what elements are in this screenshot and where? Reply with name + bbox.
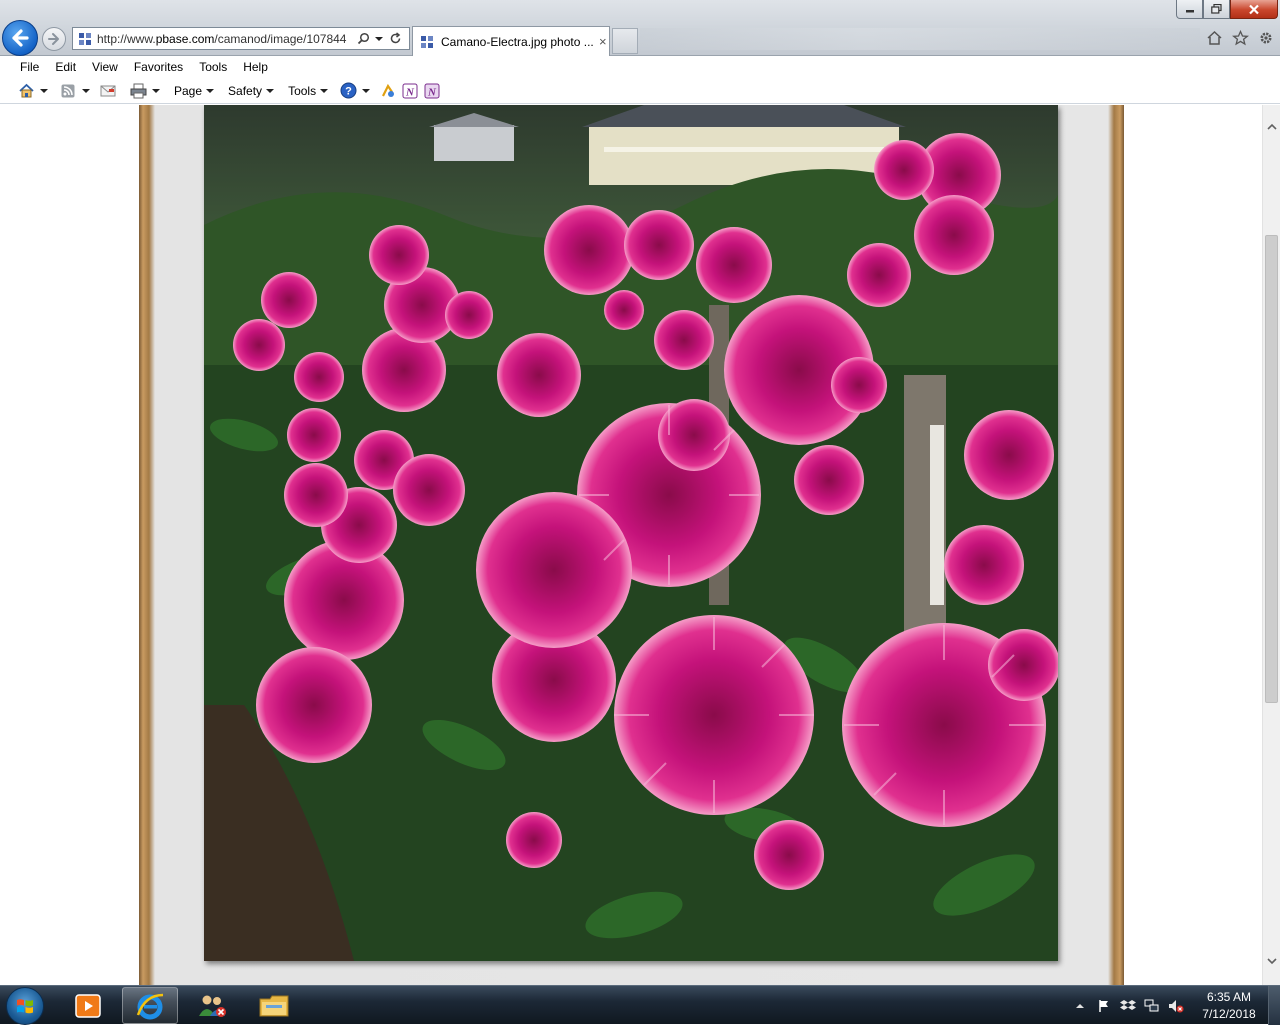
home-icon[interactable]	[16, 81, 36, 101]
menu-favorites[interactable]: Favorites	[126, 57, 191, 77]
action-center-flag-icon[interactable]	[1096, 998, 1112, 1014]
print-dropdown-icon[interactable]	[150, 81, 162, 101]
show-desktop-button[interactable]	[1268, 986, 1280, 1025]
taskbar-file-explorer[interactable]	[246, 987, 302, 1024]
mail-icon[interactable]	[98, 81, 118, 101]
clock-date: 7/12/2018	[1202, 1007, 1256, 1021]
scrollbar-thumb[interactable]	[1265, 235, 1278, 703]
forward-arrow-icon	[48, 33, 59, 45]
address-dropdown-icon[interactable]	[371, 31, 387, 47]
home-icon[interactable]	[1204, 28, 1224, 48]
browser-right-icons	[1204, 28, 1276, 48]
close-icon	[1249, 4, 1259, 14]
taskbar: 6:35 AM 7/12/2018	[0, 985, 1280, 1025]
dahlia-photo[interactable]	[204, 105, 1058, 961]
address-url[interactable]: http://www.pbase.com/camanod/image/10784…	[97, 32, 355, 46]
menu-bar: File Edit View Favorites Tools Help	[0, 56, 1280, 78]
system-tray	[1072, 986, 1184, 1025]
back-button[interactable]	[2, 20, 38, 56]
internet-explorer-icon	[136, 993, 164, 1019]
vertical-scrollbar[interactable]	[1262, 105, 1280, 985]
users-icon	[199, 995, 226, 1017]
menu-tools[interactable]: Tools	[191, 57, 235, 77]
tab-title: Camano-Electra.jpg photo ...	[441, 34, 593, 49]
web-content	[0, 105, 1262, 985]
svg-text:N: N	[405, 86, 415, 98]
search-icon[interactable]	[355, 31, 371, 47]
network-icon[interactable]	[1144, 998, 1160, 1014]
dropbox-icon[interactable]	[1120, 998, 1136, 1014]
taskbar-clock[interactable]: 6:35 AM 7/12/2018	[1196, 989, 1262, 1023]
scroll-up-arrow-icon[interactable]	[1263, 119, 1280, 135]
window-controls	[1176, 0, 1278, 19]
onenote-icon[interactable]: N	[400, 81, 420, 101]
forward-button[interactable]	[42, 27, 66, 51]
tools-menu-button[interactable]: Tools	[284, 81, 332, 101]
windows-media-player-icon	[75, 993, 101, 1018]
site-favicon-icon	[79, 32, 91, 45]
home-dropdown-icon[interactable]	[38, 81, 50, 101]
star-icon[interactable]	[1230, 28, 1250, 48]
back-arrow-icon	[12, 29, 29, 47]
help-dropdown-icon[interactable]	[360, 81, 372, 101]
svg-text:N: N	[427, 86, 437, 98]
menu-view[interactable]: View	[84, 57, 126, 77]
taskbar-internet-explorer[interactable]	[122, 987, 178, 1024]
file-explorer-icon	[259, 995, 289, 1016]
onenote-icon[interactable]: N	[422, 81, 442, 101]
menu-help[interactable]: Help	[235, 57, 276, 77]
gear-icon[interactable]	[1256, 28, 1276, 48]
windows-logo-icon	[17, 999, 33, 1014]
command-bar: Page Safety Tools ? N N	[0, 78, 1280, 104]
help-icon[interactable]: ?	[338, 81, 358, 101]
tab-camano-electra[interactable]: Camano-Electra.jpg photo ... ×	[412, 26, 610, 56]
start-button[interactable]	[6, 987, 44, 1025]
clock-time: 6:35 AM	[1206, 990, 1252, 1004]
background-search-strip	[640, 28, 1200, 50]
site-favicon-icon	[421, 35, 433, 48]
close-window-button[interactable]	[1230, 0, 1278, 19]
minimize-button[interactable]	[1176, 0, 1203, 19]
volume-muted-icon[interactable]	[1168, 998, 1184, 1014]
scroll-down-arrow-icon[interactable]	[1263, 953, 1280, 969]
page-menu-button[interactable]: Page	[170, 81, 218, 101]
address-bar[interactable]: http://www.pbase.com/camanod/image/10784…	[72, 27, 410, 50]
minimize-icon	[1185, 10, 1194, 13]
research-icon[interactable]	[378, 81, 398, 101]
taskbar-media-player[interactable]	[60, 987, 116, 1024]
refresh-icon[interactable]	[387, 31, 403, 47]
restore-icon	[1211, 4, 1222, 14]
safety-menu-button[interactable]: Safety	[224, 81, 278, 101]
browser-title-bar: http://www.pbase.com/camanod/image/10784…	[0, 0, 1280, 56]
show-hidden-icons-icon[interactable]	[1072, 998, 1088, 1014]
taskbar-users-app[interactable]	[184, 987, 240, 1024]
printer-icon[interactable]	[128, 81, 148, 101]
new-tab-button[interactable]	[612, 28, 638, 54]
svg-text:?: ?	[345, 86, 352, 98]
rss-icon[interactable]	[58, 81, 78, 101]
dahlia-photo-illustration	[204, 105, 1058, 961]
menu-edit[interactable]: Edit	[47, 57, 84, 77]
menu-file[interactable]: File	[12, 57, 47, 77]
restore-button[interactable]	[1203, 0, 1230, 19]
feeds-dropdown-icon[interactable]	[80, 81, 92, 101]
tab-close-icon[interactable]: ×	[599, 34, 607, 49]
